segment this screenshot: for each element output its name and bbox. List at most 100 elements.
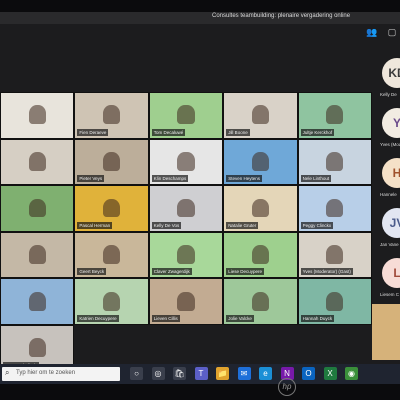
participant-name: Liese Decuypere <box>226 268 264 276</box>
participant-tile[interactable] <box>0 278 75 325</box>
taskbar-search[interactable]: ⌕ Typ hier om te zoeken <box>2 367 120 381</box>
participant-video <box>28 338 46 358</box>
participant-video <box>326 245 344 264</box>
chat-icon[interactable]: ▢ <box>386 26 398 38</box>
participant-tile[interactable]: Hannah Duyck <box>297 278 372 325</box>
participant-video <box>102 105 121 125</box>
participant-tile[interactable]: Klin Deschamps <box>148 138 224 186</box>
participant-tile[interactable]: Peggy Clinckx <box>297 185 372 232</box>
participant-tile[interactable]: Jultje Kerckhof <box>297 92 372 139</box>
participant-video <box>251 245 270 264</box>
participant-video <box>326 198 344 218</box>
search-placeholder: Typ hier om te zoeken <box>16 370 76 376</box>
roster-name: Kelly De <box>380 92 397 97</box>
participant-video <box>102 198 121 218</box>
participant-tile[interactable]: Geert Beyck <box>74 231 149 279</box>
participant-name: Nele Linthout <box>300 175 332 183</box>
participant-tile[interactable]: Pieter Veys <box>74 138 149 186</box>
participant-roster: KD Kelly De Y Yves (Mod H Hannele JV Jan Vane LL… <box>376 58 400 333</box>
participant-name: Tom Decaluwé <box>151 128 186 136</box>
participant-name: Kelly De Vos <box>151 221 182 229</box>
hp-logo-icon: hp <box>278 378 296 396</box>
participant-tile[interactable] <box>0 138 75 186</box>
participant-avatar[interactable]: JV <box>382 208 400 238</box>
edge-icon[interactable]: e <box>259 367 272 380</box>
participant-tile[interactable]: Katrien Decuypere <box>74 278 149 325</box>
participant-video <box>28 245 46 264</box>
participant-avatar[interactable]: Y <box>382 108 400 138</box>
participant-tile[interactable]: Lieven Cillis <box>148 278 224 325</box>
participant-video <box>251 105 270 125</box>
participant-avatar[interactable]: L <box>382 258 400 288</box>
roster-name: Jan Vane <box>380 242 399 247</box>
participant-video <box>102 152 121 171</box>
participant-name: Jultje Kerckhof <box>300 128 335 136</box>
video-grid: Fien Deraeve Tom Decaluwé Jill Boone Jultje… <box>0 92 372 372</box>
meeting-title: Consultes teambuilding: plenaire vergade… <box>212 13 351 19</box>
participant-name: Pascal Herman <box>77 221 113 229</box>
participant-name: Fien Deraeve <box>77 128 109 136</box>
participant-tile[interactable] <box>0 231 75 279</box>
participant-name: Geert Beyck <box>77 268 107 276</box>
participant-tile[interactable] <box>0 92 75 139</box>
participant-tile[interactable]: Yves (Moderator) (Gast) <box>297 231 372 279</box>
participant-name: Peggy Clinckx <box>300 221 334 229</box>
participant-avatar[interactable]: KD <box>382 58 400 88</box>
title-bar: Consultes teambuilding: plenaire vergade… <box>0 12 400 24</box>
participant-video <box>177 245 195 264</box>
participant-name: Lieven Cillis <box>151 314 180 322</box>
participant-name: Katrien Decuypere <box>77 314 119 322</box>
people-icon[interactable]: 👥 <box>366 26 378 38</box>
participant-video <box>251 152 270 171</box>
participant-video <box>326 105 344 125</box>
participant-name: Pieter Veys <box>77 175 105 183</box>
participant-video <box>28 105 46 125</box>
teams-icon[interactable]: T <box>194 367 208 380</box>
participant-tile[interactable] <box>0 185 75 232</box>
participant-video <box>251 198 270 218</box>
roster-name: Hannele <box>380 192 397 197</box>
participant-tile[interactable]: Fien Deraeve <box>74 92 149 139</box>
participant-tile[interactable]: Pascal Herman <box>74 185 149 232</box>
chrome-icon[interactable]: ◉ <box>345 367 358 380</box>
participant-video <box>102 291 121 311</box>
participant-name: Yves (Moderator) (Gast) <box>300 268 353 276</box>
self-view <box>372 304 400 360</box>
outlook-icon[interactable]: O <box>302 367 315 380</box>
participant-name: Jolie Valcke <box>226 314 254 322</box>
participant-tile[interactable]: Tom Decaluwé <box>148 92 224 139</box>
roster-name: Liesem C <box>380 292 400 297</box>
participant-tile[interactable]: Kelly De Vos <box>148 185 224 232</box>
participant-video <box>177 291 195 311</box>
participant-tile[interactable]: Natalie Gruter <box>223 185 298 232</box>
participant-video <box>326 152 344 171</box>
participant-tile[interactable]: Nele Linthout <box>297 138 372 186</box>
participant-video <box>28 198 46 218</box>
file-explorer-icon[interactable]: 📁 <box>216 367 229 380</box>
participant-avatar[interactable]: H <box>382 158 400 188</box>
participant-name: Hannah Duyck <box>300 314 335 322</box>
participant-tile[interactable]: Claver Zwagerdijk <box>148 231 224 279</box>
store-icon[interactable]: 🛍 <box>173 367 186 380</box>
participant-tile[interactable]: Jolie Valcke <box>223 278 298 325</box>
participant-name: Steven Heytens <box>226 175 262 183</box>
participant-name: Claver Zwagerdijk <box>151 268 192 276</box>
search-icon: ⌕ <box>5 368 10 377</box>
participant-video <box>326 291 344 311</box>
screen: Consultes teambuilding: plenaire vergade… <box>0 12 400 384</box>
participant-video <box>177 152 195 171</box>
excel-icon[interactable]: X <box>323 367 337 380</box>
task-view-icon[interactable]: ○ <box>130 367 143 380</box>
mail-icon[interactable]: ✉ <box>237 367 251 380</box>
participant-video <box>177 105 195 125</box>
participant-name: Jill Boone <box>226 128 250 136</box>
taskbar: ⌕ Typ hier om te zoeken ○ ◎ 🛍 T 📁 ✉ e N O X ◉ <box>0 364 400 384</box>
participant-tile[interactable]: Liese Decuypere <box>223 231 298 279</box>
roster-name: Yves (Mod <box>380 142 400 147</box>
participant-video <box>28 152 46 171</box>
cortana-icon[interactable]: ◎ <box>151 367 165 380</box>
participant-tile[interactable]: Steven Heytens <box>223 138 298 186</box>
participant-tile[interactable]: Jill Boone <box>223 92 298 139</box>
participant-video <box>177 198 195 218</box>
participant-name: Natalie Gruter <box>226 221 259 229</box>
